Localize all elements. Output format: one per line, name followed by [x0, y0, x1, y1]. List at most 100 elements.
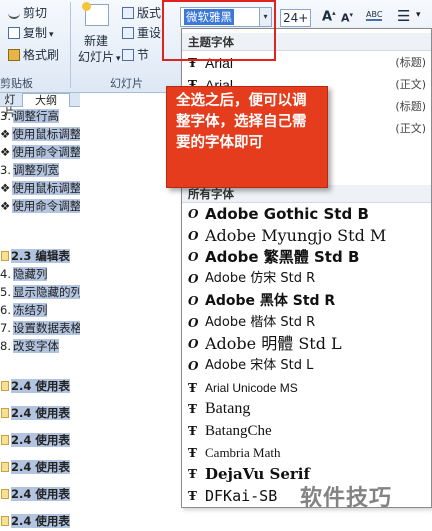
slide-marker-icon	[1, 489, 9, 499]
outline-row[interactable]: ▫2.3 编辑表	[0, 247, 80, 265]
outline-text: 隐藏列	[12, 267, 48, 281]
truetype-icon: Ŧ	[188, 402, 197, 417]
font-name: BatangChe	[205, 423, 272, 439]
truetype-icon: Ŧ	[188, 424, 197, 438]
opentype-icon: 𝑶	[188, 272, 199, 287]
outline-text: 使用鼠标调整	[12, 181, 80, 195]
new-slide-label-2[interactable]: 幻灯片 ▾	[78, 48, 121, 65]
powerpoint-window: 剪切 复制 ▾ 格式刷 剪贴板 新建 幻灯片 ▾ 版式 重设 节 幻灯片 24+ A…	[0, 0, 432, 531]
reset-button[interactable]: 重设	[122, 24, 161, 41]
font-name: DejaVu Serif	[205, 465, 310, 484]
opentype-icon: 𝑶	[188, 207, 199, 221]
copy-icon	[8, 27, 20, 39]
font-list-item[interactable]: 𝑶 Adobe Gothic Std B	[182, 203, 431, 225]
outline-row[interactable]: 4. 隐藏列	[0, 265, 80, 283]
new-slide-label[interactable]: 新建	[84, 32, 108, 49]
bullet-list-button[interactable]: ☰	[397, 7, 410, 25]
opentype-icon: 𝑶	[188, 358, 199, 373]
font-list-item[interactable]: 𝑶 Adobe 黑体 Std R	[182, 290, 431, 312]
outline-row[interactable]: 3. 调整行高	[0, 107, 80, 125]
shrink-font-button[interactable]: A▾	[341, 11, 353, 25]
new-slide-button[interactable]	[80, 2, 112, 32]
outline-row[interactable]: 3. 调整列宽	[0, 161, 80, 179]
outline-row[interactable]: ❖ 使用鼠标调整	[0, 125, 80, 143]
layout-icon	[122, 7, 134, 19]
outline-bullet: 3.	[0, 163, 11, 177]
font-list-item[interactable]: Ŧ BatangChe	[182, 420, 431, 442]
watermark: 软件技巧	[300, 486, 393, 511]
outline-text: 调整行高	[12, 109, 59, 123]
outline-row[interactable]: ❖ 使用鼠标调整	[0, 179, 80, 197]
font-role-tag: (正文)	[395, 122, 426, 135]
font-list-item[interactable]: Ŧ Cambria Math	[182, 442, 431, 464]
format-painter-button[interactable]: 格式刷	[8, 46, 59, 63]
slide-marker-icon	[1, 408, 9, 418]
outline-row[interactable]: ▫2.4 使用表	[0, 431, 80, 449]
outline-text: 使用命令调整	[12, 145, 80, 159]
ribbon-separator	[70, 2, 71, 88]
outline-text: 设置数据表格式	[12, 321, 80, 335]
outline-text: 冻结列	[12, 303, 48, 317]
font-list-item[interactable]: 𝑶 Adobe 明體 Std L	[182, 333, 431, 355]
outline-bullet: ❖	[0, 199, 11, 213]
opentype-icon: 𝑶	[188, 337, 199, 352]
outline-text: 2.4 使用表	[11, 460, 70, 474]
font-size-box[interactable]: 24+	[280, 9, 312, 27]
layout-button[interactable]: 版式	[122, 4, 161, 21]
outline-bullet: ❖	[0, 127, 11, 141]
dropdown-arrow-icon[interactable]: ▾	[416, 10, 421, 20]
font-list-item[interactable]: 𝑶 Adobe Myungjo Std M	[182, 225, 431, 247]
outline-text: 2.4 使用表	[11, 514, 70, 528]
outline-text: 2.4 使用表	[11, 433, 70, 447]
font-list-item[interactable]: Ŧ Batang	[182, 398, 431, 420]
tab-slides[interactable]: 灯片	[0, 93, 20, 119]
outline-text: 2.4 使用表	[11, 379, 70, 393]
font-name: Arial Unicode MS	[205, 380, 298, 395]
scissors-icon	[8, 7, 20, 19]
outline-row[interactable]: 8. 改变字体	[0, 337, 80, 355]
truetype-icon: Ŧ	[188, 445, 197, 460]
list-icon: ☰	[397, 7, 411, 25]
section-button[interactable]: 节	[122, 46, 149, 63]
opentype-icon: 𝑶	[188, 250, 199, 265]
outline-bullet: 6.	[0, 303, 11, 317]
outline-row[interactable]: ▫2.4 使用表	[0, 512, 80, 530]
outline-row[interactable]: ▫2.4 使用表	[0, 458, 80, 476]
outline-row[interactable]: ❖ 使用命令调整	[0, 197, 80, 215]
font-name: Adobe Gothic Std B	[205, 205, 369, 223]
font-list-item[interactable]: 𝑶 Adobe 楷体 Std R	[182, 312, 431, 334]
outline-bullet: 3.	[0, 109, 11, 123]
truetype-icon: Ŧ	[188, 380, 197, 395]
clear-format-button[interactable]: ABC	[366, 10, 383, 21]
outline-row[interactable]: ▫2.4 使用表	[0, 377, 80, 395]
cut-button[interactable]: 剪切	[8, 4, 47, 21]
outline-bullet: ❖	[0, 181, 11, 195]
font-list-item[interactable]: 𝑶 Adobe 仿宋 Std R	[182, 268, 431, 290]
grow-font-button[interactable]: A▴	[322, 9, 336, 24]
opentype-icon: 𝑶	[188, 228, 199, 243]
outline-row[interactable]: 7.设置数据表格式	[0, 319, 80, 337]
slide-marker-icon	[1, 251, 9, 261]
outline-list: 3. 调整行高 ❖ 使用鼠标调整 ❖ 使用命令调整 3. 调整列宽 ❖ 使用鼠标调整 ❖ 使用命令调整…	[0, 107, 80, 531]
outline-row[interactable]: 5. 显示隐藏的列	[0, 283, 80, 301]
font-name: Adobe 楷体 Std R	[205, 314, 316, 330]
opentype-icon: 𝑶	[188, 315, 199, 330]
slide-marker-icon	[1, 435, 9, 445]
sparkle-icon	[82, 2, 91, 11]
font-list-item[interactable]: 𝑶 Adobe 繁黑體 Std B	[182, 246, 431, 268]
outline-text: 2.3 编辑表	[11, 249, 70, 263]
outline-row[interactable]: 6. 冻结列	[0, 301, 80, 319]
outline-text: 2.4 使用表	[11, 406, 70, 420]
font-name: Adobe 明體 Std L	[205, 334, 342, 354]
outline-row[interactable]: ❖ 使用命令调整	[0, 143, 80, 161]
copy-button[interactable]: 复制 ▾	[8, 24, 54, 41]
outline-text: 使用命令调整	[12, 199, 80, 213]
outline-text: 2.4 使用表	[11, 487, 70, 501]
outline-row[interactable]: ▫2.4 使用表	[0, 485, 80, 503]
outline-row[interactable]: ▫2.4 使用表	[0, 404, 80, 422]
font-name: Cambria Math	[205, 444, 281, 460]
font-name: Adobe 繁黑體 Std B	[205, 248, 360, 267]
font-list-item[interactable]: Ŧ Arial Unicode MS	[182, 377, 431, 399]
font-list-item[interactable]: 𝑶 Adobe 宋体 Std L	[182, 355, 431, 377]
tab-outline[interactable]: 大纲	[22, 93, 70, 107]
